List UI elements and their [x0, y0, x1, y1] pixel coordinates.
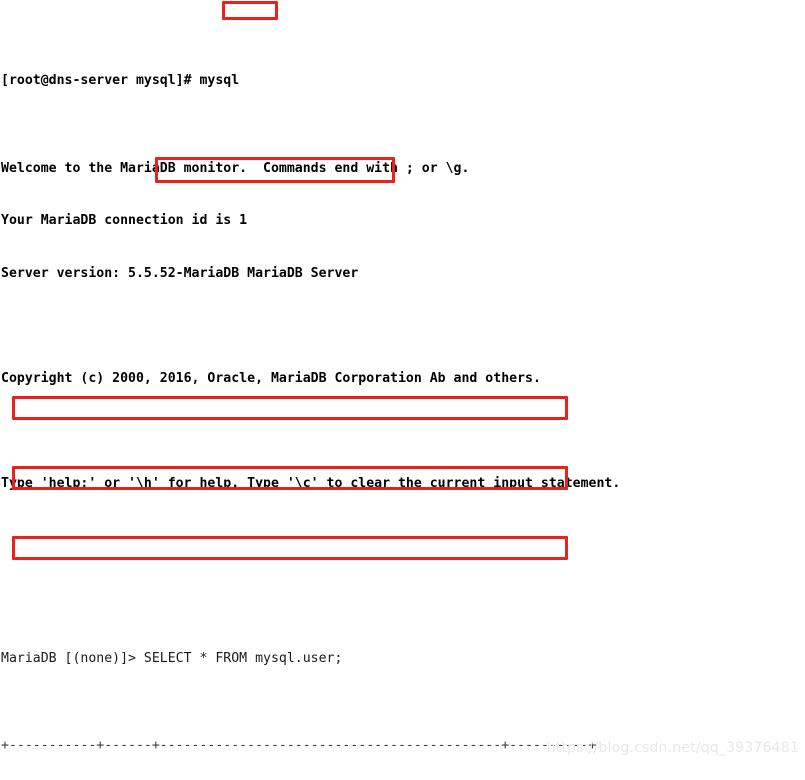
banner-line-connection-id: Your MariaDB connection id is 1: [1, 213, 248, 228]
shell-prompt-line: [root@dns-server mysql]# mysql: [1, 73, 240, 88]
terminal-output[interactable]: [root@dns-server mysql]# mysql Welcome t…: [0, 0, 805, 780]
watermark: https://blog.csdn.net/qq_39376481: [546, 740, 799, 756]
spacer-line-1: [1, 562, 805, 580]
banner-line-copyright: Copyright (c) 2000, 2016, Oracle, MariaD…: [1, 370, 541, 386]
banner-line-help: Type 'help;' or '\h' for help. Type '\c'…: [1, 475, 621, 491]
banner-line-blank-2: [1, 422, 805, 440]
sql-prompt-line: MariaDB [(none)]> SELECT * FROM mysql.us…: [1, 650, 343, 666]
banner-line-server-version: Server version: 5.5.52-MariaDB MariaDB S…: [1, 265, 359, 281]
banner-line-blank-1: [1, 317, 805, 335]
terminal-window[interactable]: [root@dns-server mysql]# mysql Welcome t…: [0, 0, 805, 780]
banner-line-welcome: Welcome to the MariaDB monitor. Commands…: [1, 160, 470, 176]
